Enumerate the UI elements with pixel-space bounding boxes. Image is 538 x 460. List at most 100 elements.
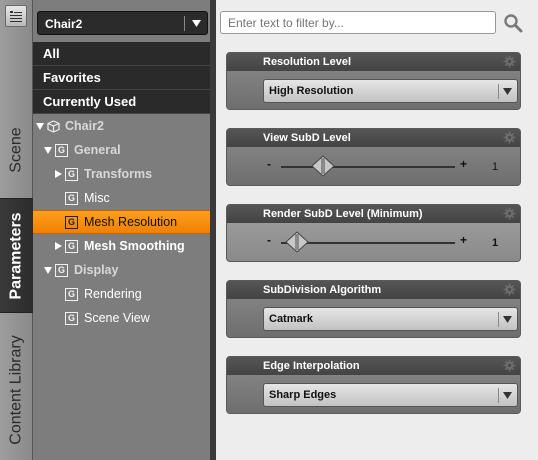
tree-row-label: Transforms	[84, 167, 153, 181]
property-body: Catmark	[227, 299, 520, 337]
expand-triangle-icon[interactable]	[43, 265, 53, 275]
node-selector-value: Chair2	[45, 17, 83, 31]
tab-scene-label: Scene	[7, 127, 25, 173]
group-g-icon: G	[65, 287, 78, 301]
property-body: - + 1	[227, 223, 520, 261]
magnifier-icon[interactable]	[503, 13, 523, 33]
tree-row-currently-used[interactable]: Currently Used	[33, 90, 211, 114]
tree-row-all[interactable]: All	[33, 42, 211, 66]
filter-input[interactable]	[220, 11, 496, 34]
group-g-icon: G	[55, 263, 68, 277]
dropdown-divider	[498, 388, 499, 403]
group-g-icon: G	[55, 143, 68, 157]
property-header: Edge Interpolation	[227, 357, 520, 375]
tab-content-library[interactable]: Content Library	[0, 320, 33, 460]
tree-row-scene-view[interactable]: G Scene View	[33, 306, 211, 330]
chevron-down-icon	[503, 316, 512, 323]
expand-triangle-icon[interactable]	[43, 145, 53, 155]
tree-row-label: Display	[74, 263, 119, 277]
property-body: Sharp Edges	[227, 375, 520, 413]
tree-row-favorites[interactable]: Favorites	[33, 66, 211, 90]
property-header: Resolution Level	[227, 53, 520, 71]
slider-track[interactable]	[281, 166, 455, 168]
group-g-icon: G	[65, 239, 78, 253]
property-header: Render SubD Level (Minimum)	[227, 205, 520, 223]
slider-value: 1	[492, 161, 499, 173]
property-title: Resolution Level	[263, 56, 352, 68]
gear-icon[interactable]	[503, 283, 516, 296]
property-subdivision-algorithm: SubDivision Algorithm Catmark	[226, 280, 521, 338]
panel-menu-button[interactable]	[5, 5, 27, 27]
cube-icon	[47, 119, 60, 133]
tree-row-misc[interactable]: G Misc	[33, 186, 211, 210]
property-render-subd-level: Render SubD Level (Minimum) - + 1	[226, 204, 521, 262]
property-title: View SubD Level	[263, 132, 351, 144]
node-selector-dropdown[interactable]: Chair2	[37, 11, 208, 35]
group-g-icon: G	[65, 167, 78, 181]
property-body: - + 1	[227, 147, 520, 185]
gear-icon[interactable]	[503, 131, 516, 144]
tree-row-label: Mesh Resolution	[84, 215, 178, 229]
dropdown-value: High Resolution	[269, 85, 354, 97]
slider-increment[interactable]: +	[460, 233, 467, 247]
property-group-tree: All Favorites Currently Used Chair2 G Ge…	[33, 42, 211, 330]
tab-parameters[interactable]: Parameters	[0, 198, 33, 313]
view-subd-slider[interactable]: - +	[263, 151, 483, 181]
dropdown-divider	[498, 312, 499, 327]
tree-row-general[interactable]: G General	[33, 138, 211, 162]
slider-increment[interactable]: +	[460, 157, 467, 171]
tree-row-display[interactable]: G Display	[33, 258, 211, 282]
chevron-down-icon	[503, 88, 512, 95]
property-resolution-level: Resolution Level High Resolution	[226, 52, 521, 110]
tree-row-mesh-resolution[interactable]: G Mesh Resolution	[33, 210, 211, 234]
tree-row-chair2[interactable]: Chair2	[33, 114, 211, 138]
edge-interpolation-dropdown[interactable]: Sharp Edges	[263, 383, 518, 407]
slider-value: 1	[492, 237, 499, 249]
collapse-triangle-icon[interactable]	[53, 169, 63, 179]
chevron-down-icon	[192, 20, 201, 27]
property-panel: Resolution Level High Resolution View Su…	[216, 0, 538, 460]
dropdown-divider	[184, 16, 185, 31]
gear-icon[interactable]	[503, 55, 516, 68]
chevron-down-icon	[503, 392, 512, 399]
vertical-tab-strip: Scene Parameters Content Library	[0, 0, 33, 460]
group-g-icon: G	[65, 311, 78, 325]
slider-decrement[interactable]: -	[267, 233, 271, 247]
dropdown-value: Sharp Edges	[269, 389, 337, 401]
tree-row-rendering[interactable]: G Rendering	[33, 282, 211, 306]
property-body: High Resolution	[227, 71, 520, 109]
tree-row-label: Scene View	[84, 311, 150, 325]
tree-row-label: Currently Used	[43, 94, 137, 109]
tree-row-label: Mesh Smoothing	[84, 239, 185, 253]
property-title: SubDivision Algorithm	[263, 284, 382, 296]
gear-icon[interactable]	[503, 207, 516, 220]
slider-decrement[interactable]: -	[267, 157, 271, 171]
property-header: View SubD Level	[227, 129, 520, 147]
gear-icon[interactable]	[503, 359, 516, 372]
tree-row-label: General	[74, 143, 121, 157]
panel-menu-icon	[10, 11, 22, 22]
parameters-tree-panel: Chair2 All Favorites Currently Used Chai…	[33, 0, 215, 460]
render-subd-slider[interactable]: - +	[263, 227, 483, 257]
property-title: Edge Interpolation	[263, 360, 360, 372]
tree-row-mesh-smoothing[interactable]: G Mesh Smoothing	[33, 234, 211, 258]
dropdown-divider	[498, 84, 499, 99]
subdivision-algorithm-dropdown[interactable]: Catmark	[263, 307, 518, 331]
tree-row-label: Rendering	[84, 287, 142, 301]
slider-knob[interactable]	[311, 155, 335, 177]
expand-triangle-icon[interactable]	[35, 121, 45, 131]
resolution-level-dropdown[interactable]: High Resolution	[263, 79, 518, 103]
property-edge-interpolation: Edge Interpolation Sharp Edges	[226, 356, 521, 414]
tree-row-label: All	[43, 46, 60, 61]
tree-row-label: Misc	[84, 191, 110, 205]
collapse-triangle-icon[interactable]	[53, 241, 63, 251]
tab-content-library-label: Content Library	[7, 335, 25, 445]
property-header: SubDivision Algorithm	[227, 281, 520, 299]
tree-row-label: Favorites	[43, 70, 101, 85]
slider-knob[interactable]	[284, 231, 309, 253]
group-g-icon: G	[65, 215, 78, 229]
tree-row-transforms[interactable]: G Transforms	[33, 162, 211, 186]
tab-scene[interactable]: Scene	[0, 105, 33, 195]
dropdown-value: Catmark	[269, 313, 314, 325]
property-title: Render SubD Level (Minimum)	[263, 208, 423, 220]
